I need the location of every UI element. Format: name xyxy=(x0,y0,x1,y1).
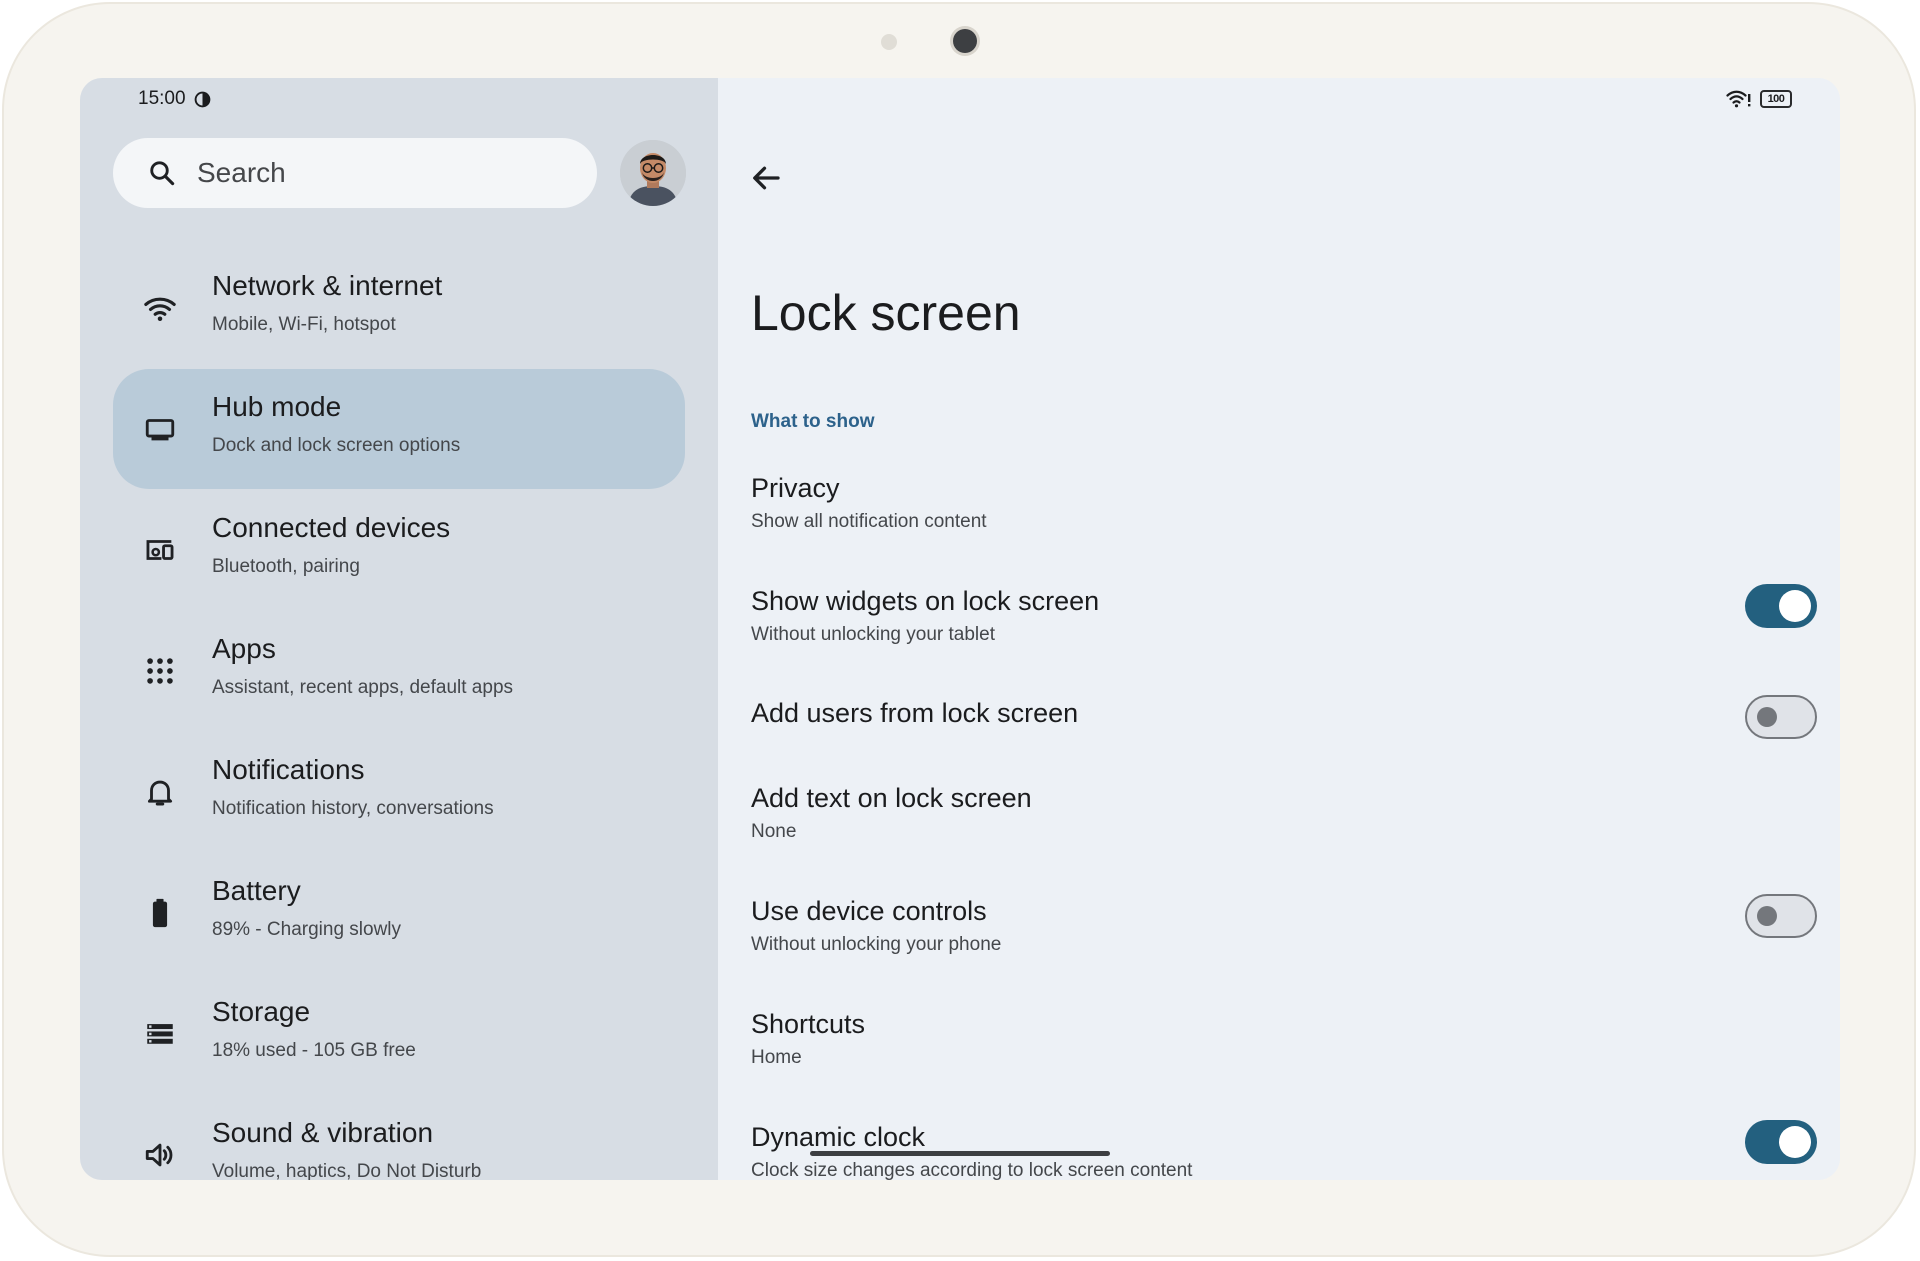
sidebar-item-title: Battery xyxy=(212,875,301,906)
status-time-text: 15:00 xyxy=(138,88,186,109)
page-title: Lock screen xyxy=(751,285,1021,341)
dynamic-clock-toggle[interactable] xyxy=(1745,1120,1817,1164)
tablet-icon xyxy=(145,419,175,441)
status-icons: 100 xyxy=(1726,88,1792,110)
sidebar-item-notifications[interactable]: Notifications Notification history, conv… xyxy=(113,732,685,852)
sidebar-item-subtitle: Dock and lock screen options xyxy=(212,435,461,456)
sidebar-item-sound[interactable]: Sound & vibration Volume, haptics, Do No… xyxy=(113,1095,685,1180)
sidebar-item-apps[interactable]: Apps Assistant, recent apps, default app… xyxy=(113,611,685,731)
battery-icon xyxy=(152,898,168,928)
storage-icon xyxy=(147,1024,173,1044)
sidebar-item-subtitle: Volume, haptics, Do Not Disturb xyxy=(212,1161,482,1180)
sidebar-item-title: Storage xyxy=(212,996,311,1027)
toggle-knob xyxy=(1779,1126,1811,1158)
section-label: What to show xyxy=(751,411,875,432)
sidebar-item-title: Connected devices xyxy=(212,512,451,543)
setting-title: Shortcuts xyxy=(751,1009,866,1039)
settings-sidebar: 15:00 Search Network & internet Mobile, … xyxy=(80,78,718,1180)
lock-screen-panel: 100 Lock screen What to show Privacy Sho… xyxy=(718,78,1840,1180)
setting-title: Add text on lock screen xyxy=(751,783,1032,813)
setting-title: Add users from lock screen xyxy=(751,698,1079,728)
toggle-knob xyxy=(1779,590,1811,622)
sidebar-item-subtitle: Bluetooth, pairing xyxy=(212,556,360,577)
sidebar-item-subtitle: Notification history, conversations xyxy=(212,798,494,819)
sidebar-item-subtitle: Mobile, Wi-Fi, hotspot xyxy=(212,314,396,335)
setting-subtitle: None xyxy=(751,821,797,842)
apps-grid-icon xyxy=(147,658,173,684)
back-arrow-icon[interactable] xyxy=(748,160,784,196)
battery-level: 100 xyxy=(1767,93,1785,105)
status-time: 15:00 xyxy=(138,88,211,110)
toggle-knob xyxy=(1757,906,1777,926)
search-bar[interactable]: Search xyxy=(113,138,597,208)
sidebar-item-subtitle: 18% used - 105 GB free xyxy=(212,1040,416,1061)
setting-title: Show widgets on lock screen xyxy=(751,586,1100,616)
sidebar-item-title: Sound & vibration xyxy=(212,1117,434,1148)
sidebar-item-hub-mode[interactable]: Hub mode Dock and lock screen options xyxy=(113,369,685,489)
sidebar-item-title: Network & internet xyxy=(212,270,443,301)
sensor-dot xyxy=(881,34,897,50)
sidebar-item-title: Notifications xyxy=(212,754,365,785)
gesture-home-bar[interactable] xyxy=(810,1151,1110,1156)
front-camera xyxy=(953,29,977,53)
sidebar-item-network[interactable]: Network & internet Mobile, Wi-Fi, hotspo… xyxy=(113,248,685,368)
setting-subtitle: Show all notification content xyxy=(751,511,987,532)
sidebar-item-connected-devices[interactable]: Connected devices Bluetooth, pairing xyxy=(113,490,685,610)
setting-title: Dynamic clock xyxy=(751,1122,926,1152)
setting-subtitle: Clock size changes according to lock scr… xyxy=(751,1160,1193,1180)
setting-title: Privacy xyxy=(751,473,840,503)
avatar[interactable] xyxy=(620,140,686,206)
avatar-picture xyxy=(620,140,686,206)
sidebar-item-title: Apps xyxy=(212,633,276,664)
bell-icon xyxy=(147,780,173,806)
search-placeholder: Search xyxy=(197,157,286,188)
sidebar-item-storage[interactable]: Storage 18% used - 105 GB free xyxy=(113,974,685,1094)
do-not-disturb-icon xyxy=(194,91,210,107)
setting-subtitle: Home xyxy=(751,1047,802,1068)
setting-title: Use device controls xyxy=(751,896,987,926)
sidebar-item-subtitle: 89% - Charging slowly xyxy=(212,919,402,940)
tablet-screen: 15:00 Search Network & internet Mobile, … xyxy=(80,78,1840,1180)
wifi-icon xyxy=(144,297,176,322)
show-widgets-toggle[interactable] xyxy=(1745,584,1817,628)
add-users-toggle[interactable] xyxy=(1745,695,1817,739)
devices-icon xyxy=(146,540,174,560)
toggle-knob xyxy=(1757,707,1777,727)
setting-subtitle: Without unlocking your phone xyxy=(751,934,1002,955)
search-icon xyxy=(150,161,175,186)
sidebar-item-battery[interactable]: Battery 89% - Charging slowly xyxy=(113,853,685,973)
wifi-alert-icon xyxy=(1726,90,1751,108)
battery-status-icon: 100 xyxy=(1760,90,1792,108)
setting-subtitle: Without unlocking your tablet xyxy=(751,624,995,645)
speaker-icon xyxy=(145,1143,173,1167)
sidebar-item-title: Hub mode xyxy=(212,391,342,422)
sidebar-item-subtitle: Assistant, recent apps, default apps xyxy=(212,677,514,698)
device-controls-toggle[interactable] xyxy=(1745,894,1817,938)
